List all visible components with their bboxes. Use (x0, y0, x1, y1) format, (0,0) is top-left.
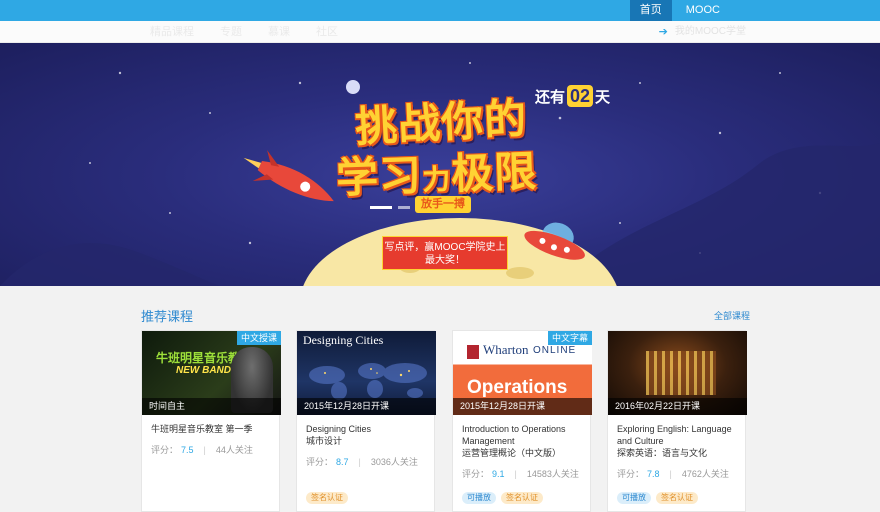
course-thumbnail[interactable]: Designing Cities 2015年12月28日开课 (297, 331, 436, 415)
section-title: 推荐课程 (141, 309, 194, 324)
nav-mooc[interactable]: MOOC (672, 0, 734, 21)
subnav-link-topics[interactable]: 专题 (220, 21, 242, 43)
cert-badge: 签名认证 (656, 492, 698, 504)
replay-badge: 可播放 (462, 492, 496, 504)
followers: 44人关注 (215, 445, 253, 455)
badge-row: 可播放 签名认证 (617, 492, 703, 504)
course-title[interactable]: Exploring English: Language and Culture … (617, 423, 742, 459)
course-title-en: Exploring English: Language and Culture (617, 424, 732, 446)
sub-nav: 精品课程 专题 慕课 社区 ➔ 我的MOOC学堂 (0, 21, 880, 43)
score-label: 评分： (462, 469, 490, 479)
countdown: 还有 02 天 (535, 85, 610, 107)
headline-part-c: 极限 (450, 147, 538, 198)
followers: 3036人关注 (370, 457, 418, 467)
start-caption: 2015年12月28日开课 (453, 398, 592, 415)
score-label: 评分： (617, 469, 645, 479)
start-caption: 2016年02月22日开课 (608, 398, 747, 415)
score-value: 7.5 (181, 445, 194, 455)
course-meta: 评分： 8.7 | 3036人关注 (306, 457, 418, 467)
promo-banner[interactable]: 还有 02 天 挑战你的 学习力极限 放手一搏 写点评，赢MOOC学院史上 最大… (0, 43, 880, 286)
course-title-zh: 运营管理概论（中文版） (462, 448, 562, 458)
score-value: 9.1 (492, 469, 505, 479)
start-caption: 2015年12月28日开课 (297, 398, 436, 415)
subnav-link-mooc[interactable]: 慕课 (268, 21, 290, 43)
subnav-link-community[interactable]: 社区 (316, 21, 338, 43)
course-card[interactable]: Designing Cities 2015年12月28日开课 Designing… (296, 330, 436, 512)
followers: 14583人关注 (526, 469, 579, 479)
cert-badge: 签名认证 (501, 492, 543, 504)
top-bar: 首页 MOOC (0, 0, 880, 21)
my-mooc-link[interactable]: ➔ 我的MOOC学堂 (659, 21, 746, 43)
my-mooc-label: 我的MOOC学堂 (674, 26, 746, 37)
replay-badge: 可播放 (617, 492, 651, 504)
course-card[interactable]: 2016年02月22日开课 Exploring English: Languag… (607, 330, 747, 512)
prize-line-2: 最大奖！ (425, 255, 465, 266)
headline-part-a: 学习 (335, 151, 423, 202)
course-title-zh: 探索英语：语言与文化 (617, 448, 708, 458)
course-card[interactable]: 牛班明星音乐教室 NEW BAND 中文授课 时间自主 牛班明星音乐教室 第一季… (141, 330, 281, 512)
all-courses-link[interactable]: 全部课程 (714, 309, 750, 322)
go-button[interactable]: 放手一搏 (415, 196, 471, 213)
score-value: 8.7 (336, 457, 349, 467)
badge-row: 可播放 签名认证 (462, 492, 548, 504)
nav-home[interactable]: 首页 (629, 0, 672, 21)
countdown-prefix: 还有 (535, 88, 566, 106)
course-meta: 评分： 9.1 | 14583人关注 (462, 469, 579, 479)
course-title[interactable]: 牛班明星音乐教室 第一季 (151, 423, 276, 435)
course-meta: 评分： 7.8 | 4762人关注 (617, 469, 729, 479)
course-title-en: Introduction to Operations Management (462, 424, 566, 446)
course-thumbnail[interactable]: 牛班明星音乐教室 NEW BAND 中文授课 时间自主 (142, 331, 281, 415)
countdown-suffix: 天 (595, 88, 611, 106)
course-title-en: Designing Cities (306, 424, 372, 434)
course-title[interactable]: Designing Cities 城市设计 (306, 423, 431, 447)
prize-ribbon[interactable]: 写点评，赢MOOC学院史上 最大奖！ (382, 236, 508, 270)
arrow-right-icon: ➔ (658, 26, 668, 38)
top-nav: 首页 MOOC (629, 0, 734, 21)
theater-photo (646, 351, 716, 395)
course-meta: 评分： 7.5 | 44人关注 (151, 445, 253, 455)
course-title[interactable]: Introduction to Operations Management 运营… (462, 423, 587, 459)
score-value: 7.8 (647, 469, 660, 479)
language-tag: 中文授课 (236, 331, 281, 345)
cert-badge: 签名认证 (306, 492, 348, 504)
followers: 4762人关注 (681, 469, 729, 479)
countdown-number: 02 (567, 85, 594, 107)
thumb-operations: Operations (467, 377, 568, 398)
badge-row: 签名认证 (306, 492, 353, 504)
course-thumbnail[interactable]: 2016年02月22日开课 (608, 331, 747, 415)
thumb-online: ONLINE (533, 345, 577, 356)
course-title-zh: 城市设计 (306, 436, 343, 446)
course-thumbnail[interactable]: Wharton ONLINE Operations 中文字幕 2015年12月2… (453, 331, 592, 415)
score-label: 评分： (306, 457, 334, 467)
prize-line-1: 写点评，赢MOOC学院史上 (384, 242, 506, 253)
start-caption: 时间自主 (142, 398, 281, 415)
course-card[interactable]: Wharton ONLINE Operations 中文字幕 2015年12月2… (452, 330, 592, 512)
wharton-shield-icon (467, 345, 479, 359)
thumb-subtitle: NEW BAND (176, 365, 231, 376)
thumb-title: Wharton (483, 342, 529, 357)
score-label: 评分： (151, 445, 179, 455)
thumb-title: Designing Cities (303, 333, 384, 347)
headline-part-b: 力 (421, 163, 452, 196)
language-tag: 中文字幕 (547, 331, 592, 345)
subnav-link-courses[interactable]: 精品课程 (150, 21, 194, 43)
